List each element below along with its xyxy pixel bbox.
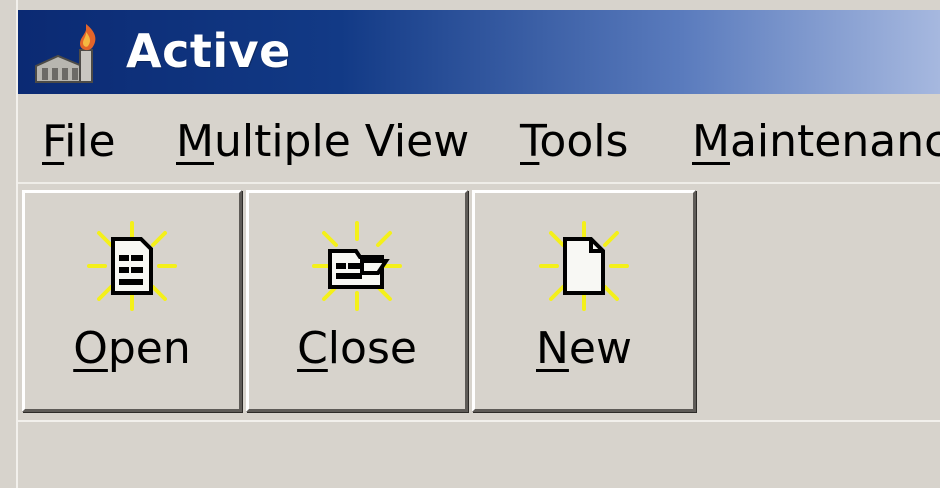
open-document-icon xyxy=(87,221,177,311)
menu-file[interactable]: File xyxy=(42,118,116,166)
close-folder-icon xyxy=(312,221,402,311)
menu-multiple-view-mnemonic: M xyxy=(176,116,214,167)
menu-maintenance-label: aintenanc xyxy=(729,116,940,167)
menu-maintenance-mnemonic: M xyxy=(692,116,730,167)
window-title: Active xyxy=(126,24,291,78)
building-flame-icon xyxy=(35,24,96,83)
close-button[interactable]: Close xyxy=(246,190,468,412)
menu-file-label: ile xyxy=(64,116,116,167)
content-area xyxy=(18,420,940,488)
close-mnemonic: C xyxy=(297,323,328,374)
new-label: New xyxy=(475,325,693,373)
open-label: Open xyxy=(25,325,239,373)
menu-multiple-view-label: ultiple View xyxy=(213,116,470,167)
menu-tools[interactable]: Tools xyxy=(520,118,628,166)
menu-multiple-view[interactable]: Multiple View xyxy=(176,118,469,166)
menu-maintenance[interactable]: Maintenanc xyxy=(692,118,940,166)
new-label-rest: ew xyxy=(568,323,632,374)
menu-bar: File Multiple View Tools Maintenanc xyxy=(18,98,940,184)
window-left-edge xyxy=(0,0,18,488)
close-label-rest: lose xyxy=(327,323,417,374)
open-label-rest: pen xyxy=(107,323,191,374)
menu-tools-label: ools xyxy=(539,116,629,167)
menu-file-mnemonic: F xyxy=(42,116,65,167)
title-bar[interactable]: Active xyxy=(18,10,940,94)
toolbar: Open Close New xyxy=(18,188,940,420)
new-mnemonic: N xyxy=(536,323,569,374)
open-button[interactable]: Open xyxy=(22,190,242,412)
open-mnemonic: O xyxy=(73,323,108,374)
new-document-icon xyxy=(539,221,629,311)
application-window: Active File Multiple View Tools Maintena… xyxy=(0,0,940,488)
close-label: Close xyxy=(249,325,465,373)
menu-tools-mnemonic: T xyxy=(520,116,540,167)
new-button[interactable]: New xyxy=(472,190,696,412)
